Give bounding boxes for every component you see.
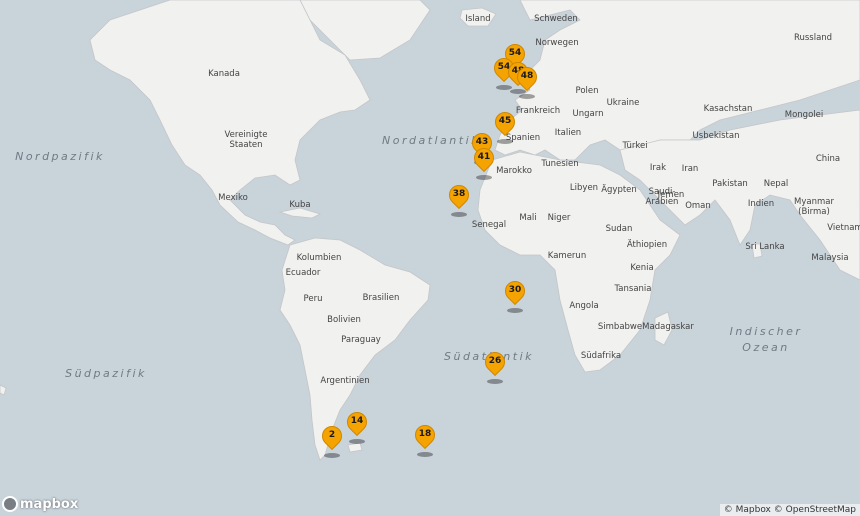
label-country: Angola xyxy=(569,301,599,311)
label-country: Kanada xyxy=(208,69,240,79)
label-country: Tansania xyxy=(614,284,652,294)
landmass-pacific-fragment xyxy=(0,384,7,396)
label-country: Frankreich xyxy=(515,106,561,116)
label-country: Südafrika xyxy=(580,351,622,361)
landmass-falklands xyxy=(347,442,363,453)
map-marker[interactable]: 30 xyxy=(500,276,530,313)
label-country: Paraguay xyxy=(341,335,381,345)
label-country: Sri Lanka xyxy=(745,242,785,252)
label-country: Türkei xyxy=(622,141,648,151)
label-country: Madagaskar xyxy=(642,322,694,332)
label-country: Russland xyxy=(793,33,833,43)
label-country: Bolivien xyxy=(327,315,361,325)
label-country: Kasachstan xyxy=(703,104,753,114)
label-country: Malaysia xyxy=(811,253,849,263)
map-canvas[interactable]: Island Schweden Norwegen Russland Kanada… xyxy=(0,0,860,516)
label-country: Jemen xyxy=(657,190,685,200)
label-ocean: Indischer Ozean xyxy=(729,325,803,354)
label-country: Ecuador xyxy=(285,268,321,278)
label-country: Tunesien xyxy=(541,159,579,169)
map-marker[interactable]: 45 xyxy=(490,107,520,144)
label-country: Mongolei xyxy=(784,110,824,120)
label-country: Nepal xyxy=(763,179,789,189)
label-country: Mexiko xyxy=(218,193,248,203)
map-marker[interactable]: 18 xyxy=(410,420,440,457)
label-country: Peru xyxy=(303,294,323,304)
map-marker[interactable]: 38 xyxy=(444,180,474,217)
map-marker[interactable]: 2 xyxy=(317,421,347,458)
mapbox-logo-icon xyxy=(2,496,18,512)
label-country: Kenia xyxy=(630,263,654,273)
label-country: Iran xyxy=(681,164,699,174)
label-country: Ungarn xyxy=(572,109,604,119)
label-country: Kuba xyxy=(289,200,311,210)
label-country: Pakistan xyxy=(712,179,748,189)
label-country: Vereinigte Staaten xyxy=(224,130,268,150)
map-marker[interactable]: 48 xyxy=(512,62,542,99)
attribution[interactable]: © Mapbox © OpenStreetMap xyxy=(719,504,860,516)
label-country: Ägypten xyxy=(601,185,637,195)
map-marker[interactable]: 26 xyxy=(480,347,510,384)
label-country: Libyen xyxy=(569,183,599,193)
label-country: Brasilien xyxy=(362,293,400,303)
label-country: Irak xyxy=(649,163,667,173)
label-country: Schweden xyxy=(534,14,578,24)
label-country: Simbabwe xyxy=(597,322,643,332)
label-country: Ukraine xyxy=(606,98,640,108)
label-country: Senegal xyxy=(471,220,507,230)
map-marker[interactable]: 41 xyxy=(469,143,499,180)
label-country: Myanmar (Birma) xyxy=(794,197,834,217)
label-ocean: Nordatlantik xyxy=(381,134,481,147)
label-country: Italien xyxy=(554,128,582,138)
label-ocean: Nordpazifik xyxy=(15,150,105,163)
label-country: Vietnam xyxy=(827,223,860,233)
label-country: China xyxy=(815,154,841,164)
label-country: Island xyxy=(465,14,491,24)
label-country: Kamerun xyxy=(547,251,587,261)
label-country: Marokko xyxy=(496,166,532,176)
label-country: Sudan xyxy=(605,224,633,234)
label-country: Usbekistan xyxy=(692,131,740,141)
label-country: Argentinien xyxy=(320,376,370,386)
label-country: Niger xyxy=(547,213,571,223)
label-country: Mali xyxy=(519,213,537,223)
label-ocean: Südpazifik xyxy=(65,367,147,380)
label-country: Äthiopien xyxy=(626,240,668,250)
label-country: Oman xyxy=(685,201,711,211)
label-country: Polen xyxy=(575,86,599,96)
label-country: Indien xyxy=(747,199,775,209)
label-country: Kolumbien xyxy=(296,253,342,263)
mapbox-logo[interactable]: mapbox xyxy=(2,496,78,512)
label-country: Norwegen xyxy=(535,38,579,48)
map-marker[interactable]: 14 xyxy=(342,407,372,444)
